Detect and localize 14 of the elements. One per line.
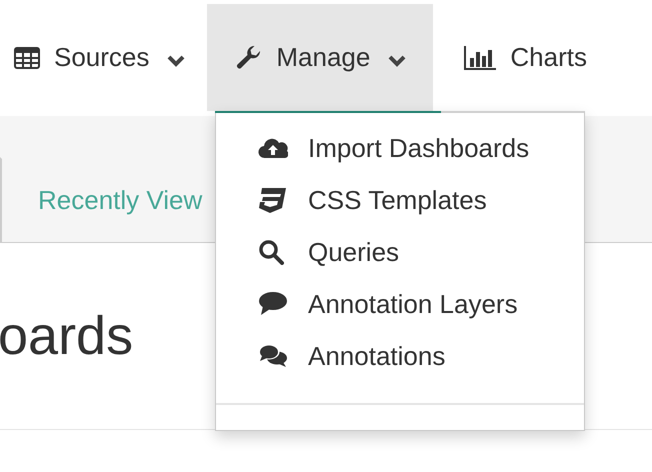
nav-menu-item[interactable]: Sources <box>0 4 208 111</box>
shield-three-icon <box>258 187 286 213</box>
table-icon <box>14 46 40 68</box>
bar-chart-icon <box>464 46 496 70</box>
page-heading: oards <box>0 305 134 367</box>
wrench-icon <box>236 44 262 70</box>
speech-bubble-icon <box>258 291 288 317</box>
menu-item[interactable]: Annotations <box>216 330 584 382</box>
menu-item[interactable]: Annotation Layers <box>216 278 584 330</box>
nav-menu-item[interactable]: Charts <box>433 4 613 111</box>
nav-menu-item[interactable]: Manage <box>207 4 434 111</box>
cloud-upload-icon <box>258 137 288 159</box>
speech-bubbles-icon <box>258 344 288 368</box>
search-icon <box>258 239 284 265</box>
